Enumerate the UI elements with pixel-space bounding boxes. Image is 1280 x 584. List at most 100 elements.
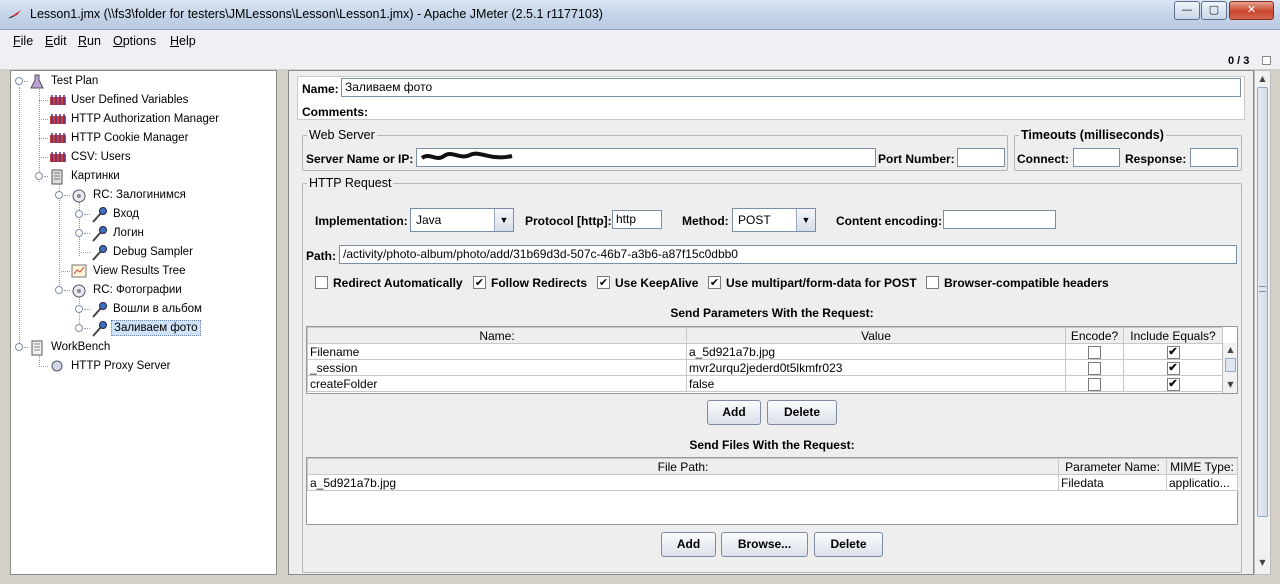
option-checkbox[interactable]: ✔ — [708, 276, 721, 289]
option-checkbox[interactable]: ✔ — [597, 276, 610, 289]
option-checkbox[interactable] — [315, 276, 328, 289]
tree-node-label: Вошли в альбом — [113, 303, 202, 315]
file-path-cell[interactable]: a_5d921a7b.jpg — [307, 474, 1059, 491]
file-mime-cell[interactable]: applicatio... — [1166, 474, 1238, 491]
tree-node[interactable]: Логин — [91, 224, 146, 242]
maximize-button[interactable]: ▢ — [1201, 1, 1227, 20]
implementation-select[interactable]: Java ▼ — [410, 208, 514, 232]
protocol-input[interactable]: http — [612, 210, 662, 229]
param-value-cell[interactable]: a_5d921a7b.jpg — [686, 343, 1066, 360]
params-col-name[interactable]: Name: — [307, 327, 687, 344]
table-row[interactable]: _session mvr2urqu2jederd0t5lkmfr023 ✔ — [307, 359, 1223, 376]
tree-line — [39, 157, 48, 158]
server-label: Server Name or IP: — [306, 152, 414, 166]
option-checkbox[interactable]: ✔ — [473, 276, 486, 289]
tree-expand-toggle-icon[interactable] — [35, 172, 43, 180]
scroll-up-icon[interactable]: ▲ — [1255, 74, 1270, 83]
params-col-encode[interactable]: Encode? — [1065, 327, 1124, 344]
tree-line — [84, 309, 90, 310]
tree-node[interactable]: RC: Фотографии — [71, 281, 184, 299]
tree-node[interactable]: Debug Sampler — [91, 243, 195, 261]
tree-node-label: Заливаем фото — [111, 320, 201, 336]
include-equals-checkbox[interactable]: ✔ — [1166, 345, 1180, 359]
tree-node[interactable]: Вход — [91, 205, 141, 223]
server-input[interactable] — [416, 148, 876, 167]
tree-expand-toggle-icon[interactable] — [75, 324, 83, 332]
tree-node[interactable]: RC: Залогинимся — [71, 186, 188, 204]
tree-node[interactable]: HTTP Proxy Server — [49, 357, 172, 375]
params-delete-button[interactable]: Delete — [767, 400, 837, 425]
files-delete-button[interactable]: Delete — [814, 532, 883, 557]
tree-node[interactable]: WorkBench — [29, 338, 112, 356]
param-value-cell[interactable]: false — [686, 375, 1066, 392]
scroll-down-icon[interactable]: ▼ — [1223, 380, 1238, 389]
files-table: File Path: Parameter Name: MIME Type: a_… — [306, 457, 1238, 525]
connect-input[interactable] — [1073, 148, 1120, 167]
files-add-button[interactable]: Add — [661, 532, 716, 557]
tree-node[interactable]: HTTP Authorization Manager — [49, 110, 221, 128]
sampler-icon — [91, 206, 107, 223]
encode-checkbox[interactable] — [1088, 377, 1101, 391]
file-param-cell[interactable]: Filedata — [1058, 474, 1167, 491]
params-add-button[interactable]: Add — [707, 400, 761, 425]
tree-node[interactable]: HTTP Cookie Manager — [49, 129, 190, 147]
files-col-path[interactable]: File Path: — [307, 458, 1059, 475]
encoding-input[interactable] — [943, 210, 1056, 229]
scroll-up-icon[interactable]: ▲ — [1223, 345, 1238, 354]
minimize-button[interactable]: — — [1174, 1, 1200, 20]
menu-options[interactable]: Options — [113, 34, 156, 48]
timeouts-title: Timeouts (milliseconds) — [1019, 128, 1166, 142]
table-row[interactable]: a_5d921a7b.jpg Filedata applicatio... — [307, 474, 1238, 491]
tree-node[interactable]: Заливаем фото — [91, 319, 201, 337]
tree-node[interactable]: User Defined Variables — [49, 91, 190, 109]
option-checkbox[interactable] — [926, 276, 939, 289]
path-input[interactable]: /activity/photo-album/photo/add/31b69d3d… — [339, 245, 1237, 264]
name-input[interactable]: Заливаем фото — [341, 78, 1241, 97]
files-col-mime[interactable]: MIME Type: — [1166, 458, 1238, 475]
method-select[interactable]: POST ▼ — [732, 208, 816, 232]
files-browse-button[interactable]: Browse... — [721, 532, 808, 557]
params-col-include-equals[interactable]: Include Equals? — [1123, 327, 1223, 344]
tree-expand-toggle-icon[interactable] — [75, 229, 83, 237]
scroll-thumb[interactable] — [1257, 87, 1268, 517]
tree-node[interactable]: Вошли в альбом — [91, 300, 204, 318]
params-col-value[interactable]: Value — [686, 327, 1066, 344]
menu-file[interactable]: File — [13, 34, 33, 48]
split-pane-divider[interactable] — [282, 70, 287, 575]
panel-scrollbar[interactable]: ▲ ▼ — [1254, 70, 1271, 575]
encode-checkbox[interactable] — [1088, 345, 1101, 359]
menu-run[interactable]: Run — [78, 34, 101, 48]
response-input[interactable] — [1190, 148, 1238, 167]
tree-node[interactable]: Test Plan — [29, 72, 100, 90]
tree-expand-toggle-icon[interactable] — [75, 210, 83, 218]
params-scrollbar[interactable]: ▲ ▼ — [1222, 343, 1237, 393]
scroll-thumb[interactable] — [1225, 358, 1236, 372]
port-input[interactable] — [957, 148, 1005, 167]
tree-node[interactable]: Картинки — [49, 167, 122, 185]
encode-cell — [1065, 375, 1124, 392]
table-row[interactable]: createFolder false ✔ — [307, 375, 1223, 392]
tree-node[interactable]: CSV: Users — [49, 148, 133, 166]
tree-line — [39, 366, 48, 367]
param-name-cell[interactable]: createFolder — [307, 375, 687, 392]
tree-expand-toggle-icon[interactable] — [75, 305, 83, 313]
param-name-cell[interactable]: _session — [307, 359, 687, 376]
tree-expand-toggle-icon[interactable] — [15, 343, 23, 351]
menu-help[interactable]: Help — [170, 34, 196, 48]
config-element-icon — [49, 131, 66, 145]
include-equals-checkbox[interactable]: ✔ — [1166, 361, 1180, 375]
param-value-cell[interactable]: mvr2urqu2jederd0t5lkmfr023 — [686, 359, 1066, 376]
files-col-param[interactable]: Parameter Name: — [1058, 458, 1167, 475]
param-name-cell[interactable]: Filename — [307, 343, 687, 360]
scroll-down-icon[interactable]: ▼ — [1255, 558, 1270, 567]
close-button[interactable]: ✕ — [1229, 1, 1274, 20]
table-row[interactable]: Filename a_5d921a7b.jpg ✔ — [307, 343, 1223, 360]
comments-input[interactable] — [369, 101, 1241, 118]
tree-node[interactable]: View Results Tree — [71, 262, 187, 280]
tree-expand-toggle-icon[interactable] — [55, 191, 63, 199]
include-equals-checkbox[interactable]: ✔ — [1166, 377, 1180, 391]
tree-expand-toggle-icon[interactable] — [15, 77, 23, 85]
menu-edit[interactable]: Edit — [45, 34, 67, 48]
encode-checkbox[interactable] — [1088, 361, 1101, 375]
tree-expand-toggle-icon[interactable] — [55, 286, 63, 294]
